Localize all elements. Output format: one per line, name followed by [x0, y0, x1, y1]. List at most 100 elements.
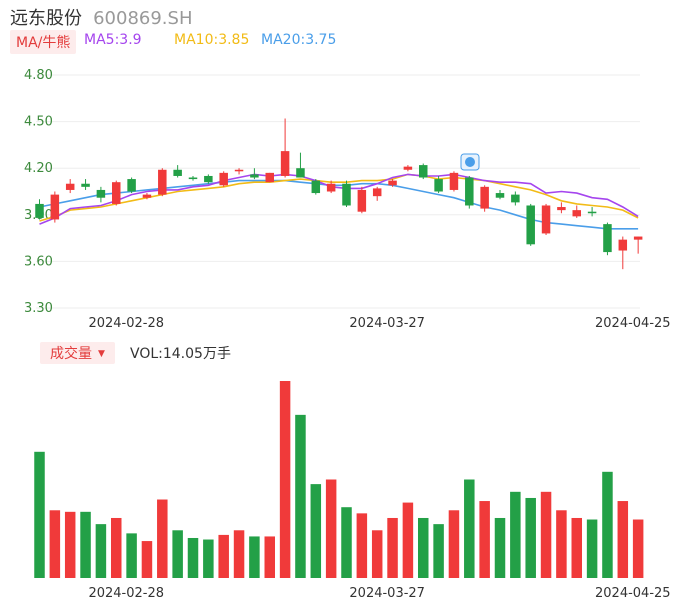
volume-bar — [80, 511, 91, 578]
candle — [633, 236, 643, 254]
candle-body — [65, 183, 75, 190]
candle — [541, 203, 551, 235]
candle-body — [572, 210, 581, 217]
candle — [112, 180, 121, 206]
candle-body — [419, 165, 428, 178]
candle — [96, 186, 106, 203]
volume-bar — [172, 530, 183, 578]
candle — [127, 177, 136, 194]
candle — [449, 171, 459, 192]
y-tick-label: 3.30 — [24, 301, 53, 316]
x-tick-label: 2024-02-28 — [88, 586, 164, 601]
candle — [495, 189, 505, 200]
candle-body — [449, 172, 459, 190]
volume-bar — [49, 510, 61, 578]
candle-body — [618, 239, 628, 251]
candle — [572, 205, 581, 218]
candle — [35, 199, 44, 220]
volume-bar — [310, 484, 322, 578]
candle — [188, 175, 198, 181]
volume-bar — [249, 536, 260, 578]
y-tick-label: 4.20 — [24, 161, 53, 176]
volume-bar — [95, 524, 107, 578]
volume-bar — [632, 519, 644, 578]
volume-bar — [141, 541, 153, 578]
volume-bar — [218, 534, 229, 578]
volume-bar — [586, 519, 598, 578]
candle-body — [81, 183, 90, 187]
volume-bar — [448, 510, 460, 578]
y-tick-label: 3.60 — [24, 254, 53, 269]
candle — [50, 191, 60, 223]
candle-body — [234, 169, 244, 172]
candle — [372, 186, 382, 201]
volume-bar — [264, 536, 275, 578]
candle — [250, 168, 259, 180]
candle — [81, 179, 90, 190]
candle — [557, 202, 566, 214]
candle-body — [388, 180, 397, 186]
x-tick-label: 2024-04-25 — [595, 316, 671, 331]
volume-bar — [34, 451, 45, 578]
candle-body — [127, 179, 136, 192]
x-tick-label: 2024-04-25 — [595, 586, 671, 601]
volume-bar — [556, 510, 567, 578]
candle-body — [587, 211, 597, 214]
candle — [173, 165, 182, 178]
candle-body — [173, 169, 182, 176]
candle — [618, 236, 628, 270]
candle — [480, 185, 489, 212]
y-tick-label: 4.80 — [24, 68, 53, 83]
candle-body — [603, 224, 612, 253]
volume-bar — [540, 491, 552, 578]
volume-bar — [356, 513, 368, 578]
candle-body — [96, 189, 106, 198]
candle — [219, 171, 228, 187]
candle-body — [311, 180, 321, 194]
candle-body — [526, 205, 535, 245]
candle — [234, 168, 244, 175]
candle — [526, 203, 535, 246]
candle-body — [158, 169, 167, 195]
candle-body — [265, 172, 274, 183]
volume-bars — [34, 381, 644, 578]
volume-bar — [187, 537, 199, 578]
volume-bar — [510, 491, 521, 578]
volume-bar — [126, 533, 137, 578]
candle-body — [342, 183, 351, 206]
candle-body — [188, 177, 198, 180]
candle-body — [434, 179, 443, 192]
event-marker-icon[interactable] — [460, 153, 480, 171]
candle — [465, 175, 474, 209]
volume-bar — [433, 524, 444, 578]
volume-bar — [111, 517, 122, 578]
candle-body — [280, 151, 290, 176]
candle-body — [541, 205, 551, 234]
candle-body — [219, 172, 228, 186]
volume-bar — [233, 530, 245, 578]
volume-bar — [617, 501, 629, 578]
candle — [158, 168, 167, 197]
candle — [403, 165, 413, 172]
candle — [419, 163, 428, 180]
candle — [357, 186, 367, 214]
candle — [65, 179, 75, 194]
volume-date-axis: 2024-02-28 2024-03-27 2024-04-25 — [88, 586, 670, 601]
candle-body — [511, 194, 520, 203]
candle-body — [204, 175, 213, 183]
volume-bar — [325, 479, 337, 578]
volume-bar — [203, 539, 214, 578]
candle — [265, 172, 274, 183]
candle — [204, 174, 213, 184]
candle-body — [357, 189, 367, 212]
volume-bar — [341, 507, 352, 578]
volume-bar — [571, 517, 582, 578]
volume-bar — [387, 517, 398, 578]
x-tick-label: 2024-02-28 — [88, 316, 164, 331]
volume-bar — [402, 502, 414, 578]
price-date-axis: 2024-02-28 2024-03-27 2024-04-25 — [88, 316, 670, 331]
volume-bar — [602, 471, 613, 578]
volume-bar — [494, 517, 506, 578]
volume-bar — [295, 414, 306, 578]
candle — [511, 191, 520, 206]
